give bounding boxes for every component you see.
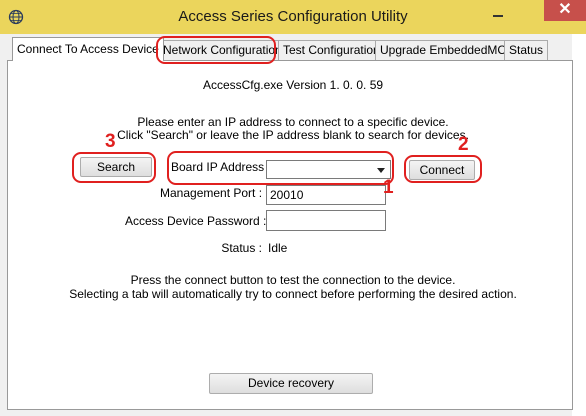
tab-upgrade-embeddedmcs[interactable]: Upgrade EmbeddedMCS [375,40,520,60]
footer-line-2: Selecting a tab will automatically try t… [69,287,517,301]
title-bar: Access Series Configuration Utility ✕ [0,0,586,34]
instruction-line-2: Click "Search" or leave the IP address b… [117,128,469,142]
connect-button[interactable]: Connect [409,160,475,180]
version-text: AccessCfg.exe Version 1. 0. 0. 59 [202,78,384,92]
tab-connect-to-access-device[interactable]: Connect To Access Device [12,37,164,61]
tab-network-configuration[interactable]: Network Configuration [158,40,287,60]
annotation-number-3: 3 [105,131,116,152]
tab-status[interactable]: Status [504,40,549,60]
close-button[interactable]: ✕ [544,0,586,21]
search-button[interactable]: Search [80,157,152,177]
board-ip-label: Board IP Address : [171,160,271,174]
annotation-number-2: 2 [458,134,469,155]
password-input[interactable] [266,210,386,231]
annotation-number-1: 1 [383,177,394,198]
status-label: Status : [221,241,262,255]
minimize-button[interactable] [488,6,508,22]
tab-test-configuration[interactable]: Test Configuration [278,40,385,60]
device-recovery-button[interactable]: Device recovery [209,373,373,394]
management-port-input[interactable] [266,185,386,205]
tab-panel [7,60,573,410]
management-port-label: Management Port : [160,186,263,200]
password-label: Access Device Password : [125,214,267,228]
status-value: Idle [268,241,288,255]
footer-line-1: Press the connect button to test the con… [130,273,456,287]
instruction-line-1: Please enter an IP address to connect to… [137,115,449,129]
